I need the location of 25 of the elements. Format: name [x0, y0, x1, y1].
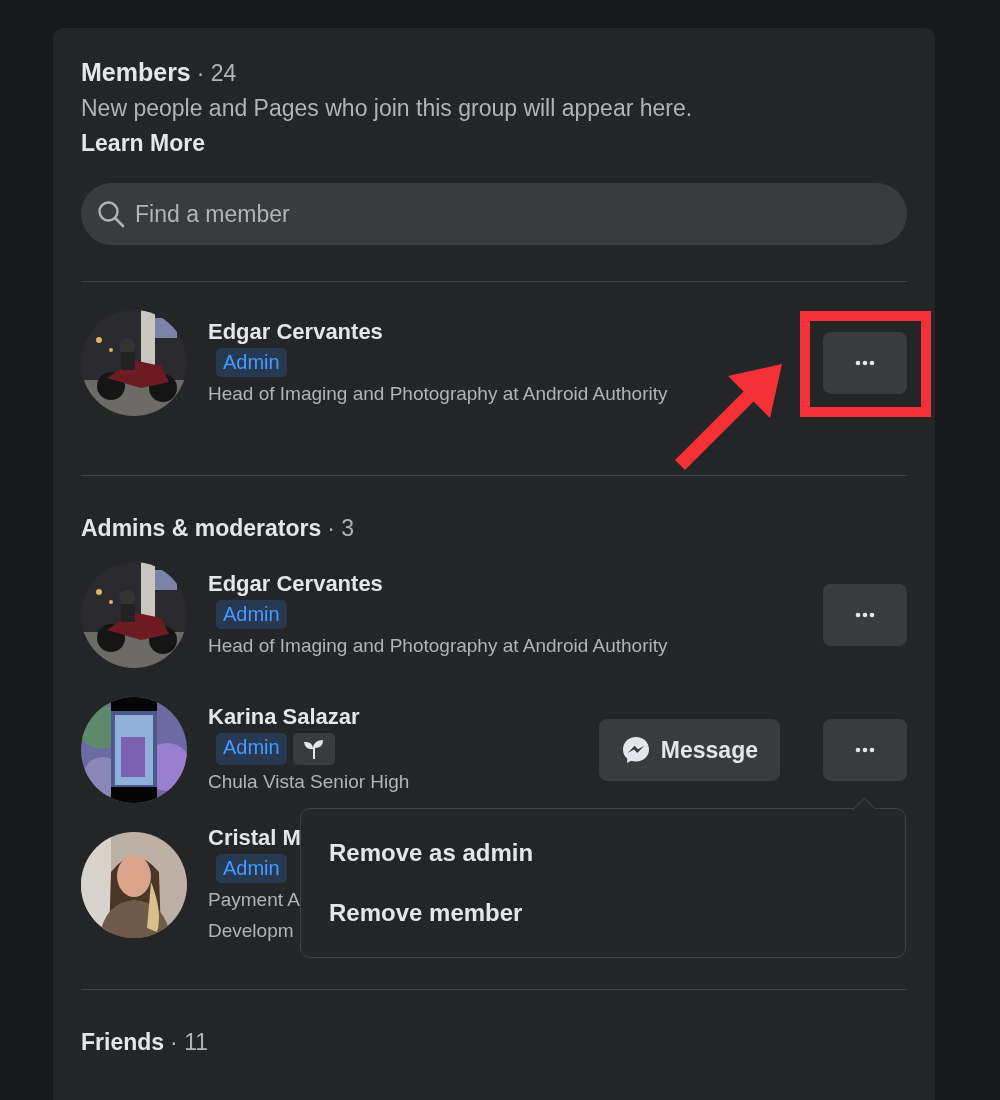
- member-count: · 24: [196, 60, 237, 87]
- admin-badge: Admin: [216, 733, 287, 765]
- member-name[interactable]: Edgar Cervantes: [208, 318, 383, 345]
- description: New people and Pages who join this group will appear here. Learn More: [81, 94, 694, 158]
- search-field[interactable]: Find a member: [81, 183, 907, 245]
- admin-badge: Admin: [216, 347, 287, 377]
- section-title: Friends: [81, 1029, 165, 1056]
- menu-item[interactable]: Remove as admin: [317, 826, 889, 880]
- admin-badge: Admin: [216, 599, 287, 629]
- admin-badge: Admin: [216, 854, 287, 883]
- section-count: · 3: [327, 515, 355, 542]
- member-name[interactable]: Edgar Cervantes: [208, 570, 383, 597]
- section-title: Admins & moderators: [81, 515, 322, 542]
- member-description: Chula Vista Senior High: [208, 770, 410, 794]
- member-description: Payment A: [208, 888, 300, 912]
- message-button[interactable]: Message: [598, 719, 780, 781]
- member-name[interactable]: Karina Salazar: [208, 704, 360, 730]
- menu-item[interactable]: Remove member: [317, 886, 889, 940]
- member-description: Developm: [208, 919, 294, 943]
- member-description: Head of Imaging and Photography at Android Authority: [208, 381, 668, 406]
- learn-more-link[interactable]: Learn More: [81, 130, 205, 156]
- section-count: · 11: [170, 1029, 208, 1056]
- member-description: Head of Imaging and Photography at Android Authority: [208, 633, 668, 658]
- member-name[interactable]: Cristal M: [208, 825, 301, 851]
- section-title: Members: [81, 58, 191, 87]
